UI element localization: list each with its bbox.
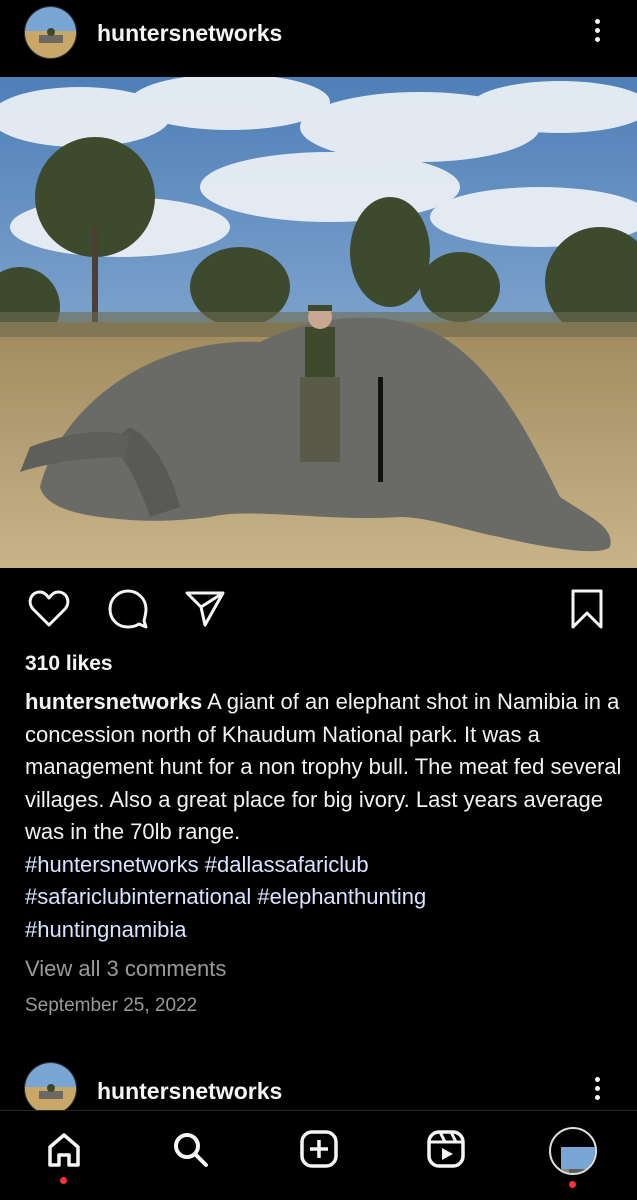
profile-avatar[interactable] <box>24 1062 77 1115</box>
paper-plane-icon[interactable] <box>181 585 229 633</box>
post-username[interactable]: huntersnetworks <box>97 20 282 47</box>
hashtag-line[interactable]: #safariclubinternational #elephanthuntin… <box>25 881 625 914</box>
bookmark-icon[interactable] <box>563 585 611 633</box>
create-post-icon[interactable] <box>289 1111 349 1200</box>
search-icon[interactable] <box>160 1111 220 1200</box>
post-header: huntersnetworks <box>0 0 637 70</box>
post-caption: huntersnetworks A giant of an elephant s… <box>25 686 625 946</box>
view-comments-link[interactable]: View all 3 comments <box>25 956 226 982</box>
profile-avatar[interactable] <box>24 6 77 59</box>
caption-username[interactable]: huntersnetworks <box>25 689 202 714</box>
post-photo[interactable] <box>0 77 637 568</box>
profile-avatar-image <box>549 1127 597 1175</box>
profile-avatar[interactable] <box>543 1111 603 1200</box>
more-options-icon[interactable] <box>591 1074 603 1106</box>
hashtag-line[interactable]: #huntersnetworks #dallassafariclub <box>25 849 625 882</box>
comment-bubble-icon[interactable] <box>104 585 152 633</box>
next-post-header: huntersnetworks <box>0 1056 637 1115</box>
hashtag-line[interactable]: #huntingnamibia <box>25 914 625 947</box>
notification-dot <box>60 1177 67 1184</box>
post-date: September 25, 2022 <box>25 995 198 1016</box>
bottom-navigation <box>0 1110 637 1200</box>
post-actions <box>0 585 637 633</box>
next-post-username[interactable]: huntersnetworks <box>97 1078 282 1105</box>
more-options-icon[interactable] <box>591 16 603 48</box>
like-count[interactable]: 310 likes <box>25 652 113 676</box>
notification-dot <box>569 1181 576 1188</box>
heart-icon[interactable] <box>25 585 73 633</box>
home-icon[interactable] <box>34 1111 94 1200</box>
reels-icon[interactable] <box>416 1111 476 1200</box>
